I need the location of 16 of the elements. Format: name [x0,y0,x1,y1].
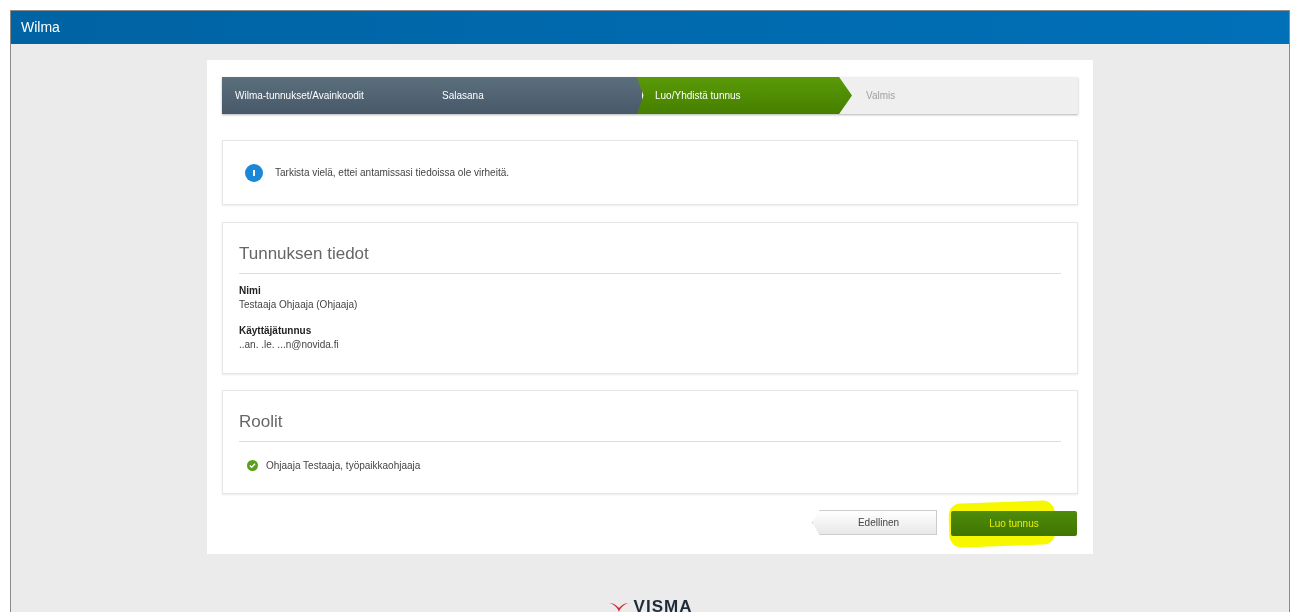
window-title: Wilma [21,18,60,37]
field-label: Käyttäjätunnus [239,323,313,338]
visma-logo: VISMA [607,594,693,612]
field-value: ..an. .le. ...n@novida.fi [239,337,340,352]
wizard-step: Valmis [838,77,1078,114]
notice-text: Tarkista vielä, ettei antamissasi tiedoissa ole virheitä. [275,166,509,180]
field-label: Nimi [239,283,262,298]
field-value: Testaaja Ohjaaja (Ohjaaja) [239,297,359,312]
role-text: Ohjaaja Testaaja, työpaikkaohjaaja [266,458,421,473]
wizard-step: Luo/Yhdistä tunnus [637,77,852,114]
create-account-button[interactable]: Luo tunnus [951,511,1077,536]
back-button[interactable]: Edellinen [812,510,937,535]
logo-icon [607,600,630,612]
section-title: Roolit [239,412,283,431]
info-icon [245,163,263,182]
section-title: Tunnuksen tiedot [239,244,369,263]
